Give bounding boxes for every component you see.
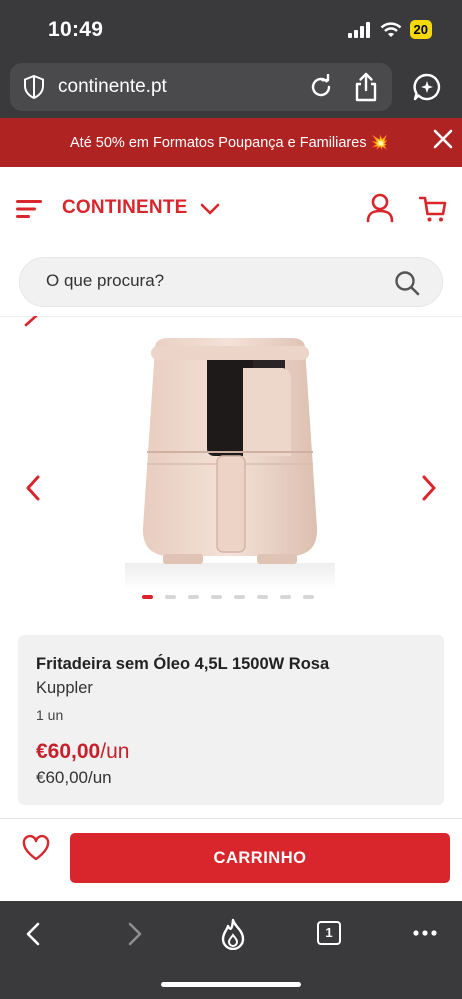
- forward-arrow-icon[interactable]: [126, 922, 144, 946]
- product-price: €60,00/un: [36, 740, 129, 764]
- carousel-dot[interactable]: [280, 595, 291, 599]
- battery-indicator: 20: [409, 20, 432, 39]
- reload-icon[interactable]: [308, 74, 334, 100]
- more-options-icon[interactable]: [412, 929, 438, 937]
- chevron-right-icon[interactable]: [420, 475, 438, 501]
- user-account-icon[interactable]: [366, 193, 394, 223]
- carousel-dot[interactable]: [142, 595, 153, 599]
- air-fryer-product-image[interactable]: [125, 328, 335, 590]
- site-header: CONTINENTE: [0, 167, 462, 252]
- carousel-dot[interactable]: [188, 595, 199, 599]
- product-reference-price: €60,00/un: [36, 768, 112, 787]
- hamburger-menu-icon[interactable]: [16, 199, 42, 219]
- product-info-card: Fritadeira sem Óleo 4,5L 1500W Rosa Kupp…: [18, 635, 444, 805]
- status-icons: 20: [347, 20, 432, 39]
- cart-icon[interactable]: [419, 195, 447, 223]
- tabs-count-button[interactable]: 1: [317, 921, 341, 945]
- heart-icon[interactable]: [22, 835, 50, 861]
- product-title: Fritadeira sem Óleo 4,5L 1500W Rosa: [36, 655, 330, 673]
- address-bar[interactable]: continente.pt: [10, 63, 392, 111]
- divider: [0, 818, 462, 819]
- home-indicator: [161, 982, 301, 987]
- url-text[interactable]: continente.pt: [58, 76, 167, 98]
- search-bar[interactable]: [19, 257, 443, 307]
- wifi-icon: [380, 21, 401, 37]
- close-icon[interactable]: [432, 128, 454, 150]
- browser-top-chrome: 10:49 20 continente.pt: [0, 0, 462, 118]
- chevron-down-icon[interactable]: [200, 202, 220, 216]
- carousel-pagination[interactable]: [142, 595, 314, 599]
- add-to-cart-button[interactable]: CARRINHO: [70, 833, 450, 883]
- divider: [0, 316, 462, 317]
- share-icon[interactable]: [353, 72, 379, 102]
- assistant-chat-icon[interactable]: [412, 72, 442, 102]
- promo-banner[interactable]: Até 50% em Formatos Poupança e Familiare…: [0, 118, 462, 167]
- back-arrow-icon[interactable]: [24, 922, 42, 946]
- signal-icon: [347, 21, 370, 38]
- carousel-dot[interactable]: [303, 595, 314, 599]
- carousel-dot[interactable]: [165, 595, 176, 599]
- product-unit: 1 un: [36, 707, 64, 723]
- carousel-dot[interactable]: [211, 595, 222, 599]
- continente-logo[interactable]: CONTINENTE: [62, 197, 188, 219]
- product-image-carousel[interactable]: [0, 320, 462, 610]
- flame-icon[interactable]: [220, 918, 246, 950]
- chevron-left-icon[interactable]: [24, 475, 42, 501]
- search-input[interactable]: [46, 271, 376, 291]
- shield-icon[interactable]: [22, 74, 46, 100]
- promo-text[interactable]: Até 50% em Formatos Poupança e Familiare…: [70, 134, 389, 151]
- price-value: €60,00: [36, 740, 101, 763]
- carousel-dot[interactable]: [234, 595, 245, 599]
- product-brand[interactable]: Kuppler: [36, 679, 93, 698]
- status-time: 10:49: [48, 18, 104, 41]
- search-icon[interactable]: [394, 270, 420, 296]
- price-suffix: /un: [100, 740, 130, 763]
- carousel-dot[interactable]: [257, 595, 268, 599]
